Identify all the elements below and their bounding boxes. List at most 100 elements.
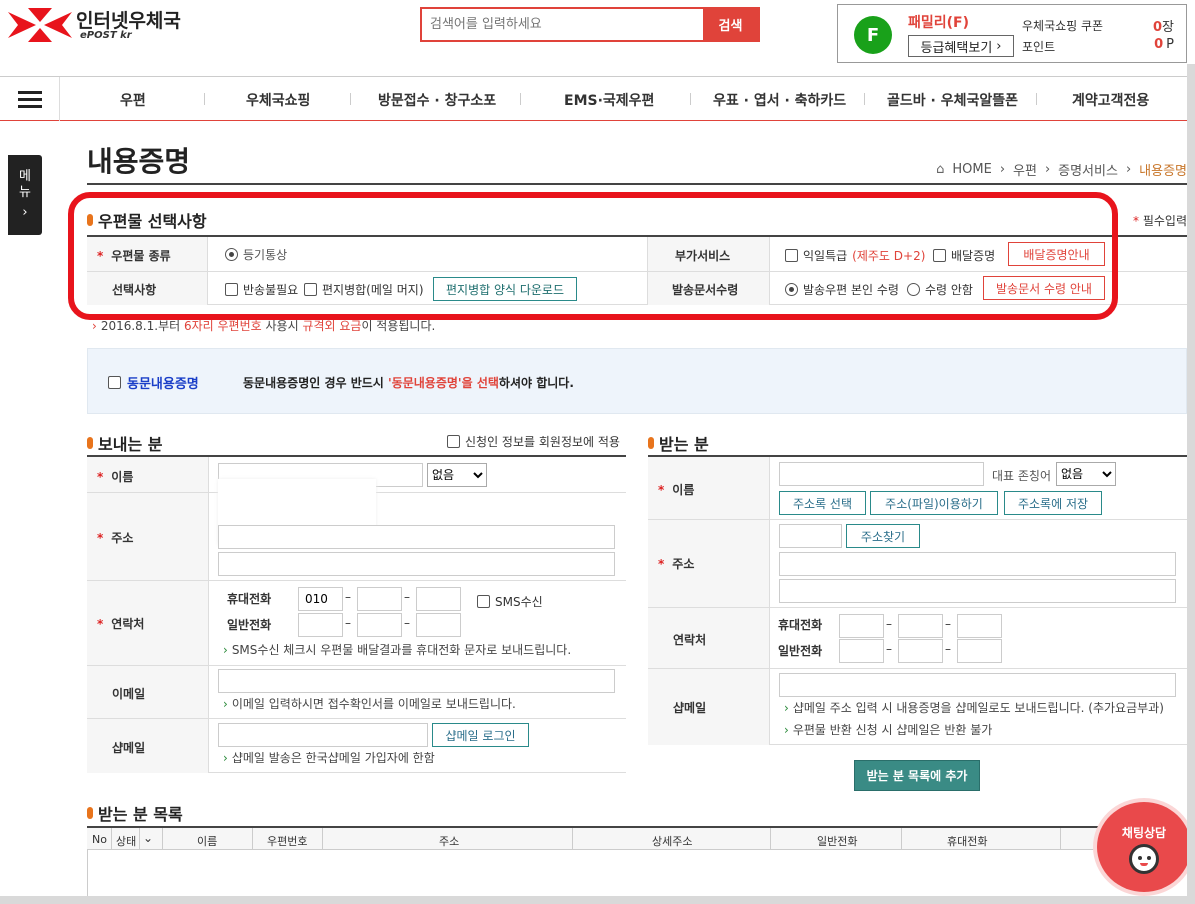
receiver-phone-3[interactable] bbox=[957, 639, 1002, 663]
receiver-list-table: No 상태 ⌄ 이름 우편번호 주소 상세주소 일반전화 휴대전화 bbox=[87, 826, 1187, 898]
breadcrumb-proof[interactable]: 증명서비스 bbox=[1058, 160, 1118, 179]
grade-benefit-button[interactable]: 등급혜택보기 › bbox=[908, 35, 1014, 57]
hamburger-menu-icon[interactable] bbox=[0, 77, 60, 121]
sender-phone-2[interactable] bbox=[357, 613, 402, 637]
sender-mobile-1[interactable] bbox=[298, 587, 343, 611]
sender-address-input[interactable] bbox=[218, 525, 615, 549]
receiver-name-label: * 이름 bbox=[658, 483, 695, 497]
sender-phone-1[interactable] bbox=[298, 613, 343, 637]
page-right-border bbox=[1187, 64, 1195, 904]
add-receiver-button[interactable]: 받는 분 목록에 추가 bbox=[854, 760, 980, 791]
sender-mobile-2[interactable] bbox=[357, 587, 402, 611]
sender-phone-3[interactable] bbox=[416, 613, 461, 637]
address-search-button[interactable]: 주소찾기 bbox=[846, 524, 920, 548]
search-bar: 검색 bbox=[420, 7, 760, 42]
mail-type-radio[interactable]: 등기통상 bbox=[225, 246, 287, 263]
point-count[interactable]: 0P bbox=[1154, 37, 1174, 52]
receiver-address-detail[interactable] bbox=[779, 579, 1176, 603]
search-button[interactable]: 검색 bbox=[703, 9, 758, 40]
sms-checkbox[interactable]: SMS수신 bbox=[477, 593, 543, 610]
sender-shapmail-input[interactable] bbox=[218, 723, 428, 747]
receiver-phone-2[interactable] bbox=[898, 639, 943, 663]
sender-address-detail[interactable] bbox=[218, 552, 615, 576]
receiver-rep-label: 대표 존칭어 bbox=[992, 469, 1052, 483]
required-note: * 필수입력 bbox=[1133, 214, 1187, 228]
nav-item-mail[interactable]: 우편 bbox=[120, 90, 146, 110]
apply-member-checkbox[interactable]: 신청인 정보를 회원정보에 적용 bbox=[447, 433, 620, 450]
next-day-checkbox[interactable]: 익일특급 (제주도 D+2) bbox=[785, 247, 925, 264]
nav-item-shopping[interactable]: 우체국쇼핑 bbox=[246, 90, 310, 110]
select-options-label: 선택사항 bbox=[112, 283, 157, 297]
logo-subtitle: ePOST kr bbox=[80, 30, 132, 41]
breadcrumb-mail[interactable]: 우편 bbox=[1013, 160, 1037, 179]
receiver-title-select[interactable]: 없음 bbox=[1056, 462, 1116, 486]
no-return-checkbox[interactable]: 반송불필요 bbox=[225, 281, 298, 298]
receiver-mobile-1[interactable] bbox=[839, 614, 884, 638]
grade-benefit-label: 등급혜택보기 bbox=[920, 40, 993, 56]
receiver-mobile-3[interactable] bbox=[957, 614, 1002, 638]
breadcrumb: ⌂ HOME › 우편 › 증명서비스 › 내용증명 bbox=[936, 160, 1187, 179]
search-input[interactable] bbox=[422, 9, 703, 40]
col-mobile: 휴대전화 bbox=[947, 835, 988, 848]
shapmail-login-button[interactable]: 샵메일 로그인 bbox=[432, 723, 529, 747]
sender-mobile-3[interactable] bbox=[416, 587, 461, 611]
chat-consult-button[interactable]: 채팅상담 bbox=[1097, 802, 1191, 892]
page-title: 내용증명 bbox=[87, 145, 191, 178]
col-status: 상태 bbox=[116, 835, 137, 848]
sender-title-select[interactable]: 없음 bbox=[427, 463, 487, 487]
receiver-address-input[interactable] bbox=[779, 552, 1176, 576]
postcode-notice: › 2016.8.1.부터 6자리 우편번호 사용시 규격외 요금이 적용됩니다. bbox=[92, 319, 436, 333]
receiver-phone-1[interactable] bbox=[839, 639, 884, 663]
sender-mobile-label: 휴대전화 bbox=[227, 592, 272, 606]
home-icon[interactable]: ⌂ bbox=[936, 162, 944, 177]
logo[interactable]: 인터넷우체국 ePOST kr bbox=[8, 6, 198, 46]
nav-item-stamp[interactable]: 우표 · 엽서 · 축하카드 bbox=[713, 90, 846, 110]
delivery-proof-checkbox[interactable]: 배달증명 bbox=[933, 247, 995, 264]
chevron-right-icon: › bbox=[22, 205, 28, 220]
nav-item-ems[interactable]: EMS·국제우편 bbox=[564, 90, 654, 110]
email-note: › 이메일 입력하시면 접수확인서를 이메일로 보내드립니다. bbox=[223, 697, 516, 711]
col-address-detail: 상세주소 bbox=[652, 835, 693, 848]
nav-item-gold[interactable]: 골드바 · 우체국알뜰폰 bbox=[887, 90, 1018, 110]
nav-divider bbox=[864, 93, 865, 105]
sms-note: › SMS수신 체크시 우편물 배달결과를 휴대전화 문자로 보내드립니다. bbox=[223, 643, 572, 657]
receiver-shapmail-note-1: › 샵메일 주소 입력 시 내용증명을 샵메일로도 보내드립니다. (추가요금부과… bbox=[784, 701, 1164, 715]
address-book-save-button[interactable]: 주소록에 저장 bbox=[1004, 491, 1102, 515]
receive-none-radio[interactable]: 수령 안함 bbox=[907, 281, 973, 298]
shapmail-note: › 샵메일 발송은 한국샵메일 가입자에 한함 bbox=[223, 751, 435, 765]
receiver-name-input[interactable] bbox=[779, 462, 984, 486]
receiver-address-label: * 주소 bbox=[658, 557, 695, 571]
side-menu-tab[interactable]: 메 뉴 › bbox=[8, 155, 42, 235]
nav-divider bbox=[1036, 93, 1037, 105]
same-content-checkbox[interactable]: 동문내용증명 bbox=[108, 373, 199, 392]
receiver-postcode-input[interactable] bbox=[779, 524, 842, 548]
col-phone: 일반전화 bbox=[817, 835, 858, 848]
sender-name-label: * 이름 bbox=[97, 470, 134, 484]
coupon-count[interactable]: 0장 bbox=[1153, 16, 1174, 35]
sender-email-input[interactable] bbox=[218, 669, 615, 693]
point-label: 포인트 bbox=[1022, 40, 1056, 54]
delivery-proof-guide-button[interactable]: 배달증명안내 bbox=[1008, 242, 1105, 266]
breadcrumb-current[interactable]: 내용증명 bbox=[1139, 160, 1187, 179]
merge-download-button[interactable]: 편지병합 양식 다운로드 bbox=[433, 277, 577, 301]
col-no: No bbox=[92, 833, 107, 846]
col-select-chevron-icon[interactable]: ⌄ bbox=[143, 831, 153, 845]
receive-guide-button[interactable]: 발송문서 수령 안내 bbox=[983, 276, 1105, 300]
sender-shapmail-label: 샵메일 bbox=[112, 741, 146, 755]
address-book-select-button[interactable]: 주소록 선택 bbox=[779, 491, 866, 515]
sender-email-label: 이메일 bbox=[112, 687, 146, 701]
sender-phone-label: 일반전화 bbox=[227, 618, 272, 632]
nav-divider bbox=[690, 93, 691, 105]
address-file-button[interactable]: 주소(파일)이용하기 bbox=[870, 491, 998, 515]
letter-merge-checkbox[interactable]: 편지병합(메일 머지) bbox=[304, 281, 424, 298]
nav-item-visit[interactable]: 방문접수 · 창구소포 bbox=[378, 90, 496, 110]
col-name: 이름 bbox=[197, 835, 218, 848]
receiver-shapmail-input[interactable] bbox=[779, 673, 1176, 697]
nav-item-contract[interactable]: 계약고객전용 bbox=[1072, 90, 1149, 110]
epost-logo-icon bbox=[8, 8, 72, 42]
breadcrumb-home[interactable]: HOME bbox=[952, 162, 991, 177]
receive-self-radio[interactable]: 발송우편 본인 수령 bbox=[785, 281, 899, 298]
title-underline bbox=[87, 183, 1187, 185]
receiver-mobile-2[interactable] bbox=[898, 614, 943, 638]
member-grade: 패밀리(F) bbox=[908, 15, 970, 31]
